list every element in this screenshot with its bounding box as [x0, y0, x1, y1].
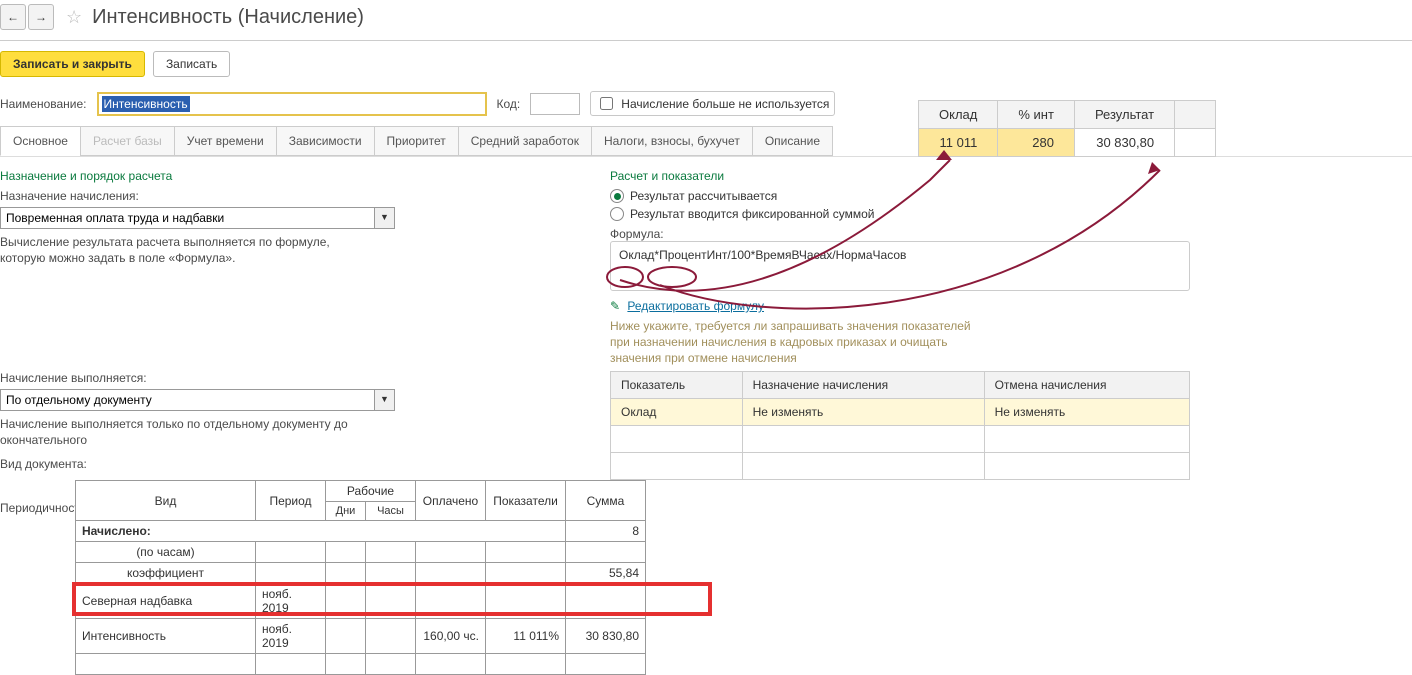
rt-v1: 11 011 [919, 129, 998, 157]
favorite-icon[interactable]: ☆ [66, 7, 82, 28]
right-section-title: Расчет и показатели [610, 169, 1412, 183]
pencil-icon: ✎ [610, 299, 620, 313]
rt-h1: Оклад [919, 101, 998, 129]
ind-col-3: Отмена начисления [984, 372, 1189, 399]
calc-row-4: Интенсивность нояб. 2019 160,00 чс. 11 0… [76, 619, 646, 654]
note-2: при назначении начисления в кадровых при… [610, 335, 1412, 349]
radio-calc-dot[interactable] [610, 189, 624, 203]
rt-h3: Результат [1074, 101, 1174, 129]
radio-calc[interactable]: Результат рассчитывается [610, 189, 1412, 203]
exec-dropdown-btn[interactable]: ▼ [375, 389, 395, 411]
tab-avg[interactable]: Средний заработок [458, 126, 592, 156]
radio-fixed-dot[interactable] [610, 207, 624, 221]
rt-h2: % инт [998, 101, 1075, 129]
exec-hint-2: окончательного [0, 433, 580, 447]
tab-desc[interactable]: Описание [752, 126, 833, 156]
code-input[interactable] [530, 93, 580, 115]
ind-col-1: Показатель [611, 372, 743, 399]
save-button[interactable]: Записать [153, 51, 230, 77]
formula-box: Оклад*ПроцентИнт/100*ВремяВЧасах/НормаЧа… [610, 241, 1190, 291]
calc-row-3: Северная надбавка нояб. 2019 [76, 584, 646, 619]
name-label: Наименование: [0, 97, 87, 111]
left-section-title: Назначение и порядок расчета [0, 169, 580, 183]
indicators-table: Показатель Назначение начисления Отмена … [610, 371, 1190, 480]
calc-row-header: Начислено: 8 [76, 521, 646, 542]
doc-type-label: Вид документа: [0, 457, 580, 471]
exec-label: Начисление выполняется: [0, 371, 580, 385]
tab-main[interactable]: Основное [0, 126, 81, 156]
exec-input[interactable] [0, 389, 375, 411]
code-label: Код: [497, 97, 521, 111]
note-1: Ниже укажите, требуется ли запрашивать з… [610, 319, 1412, 333]
result-table: Оклад % инт Результат 11 011 280 30 830,… [918, 100, 1216, 157]
purpose-input[interactable] [0, 207, 375, 229]
tab-dep[interactable]: Зависимости [276, 126, 375, 156]
tab-time[interactable]: Учет времени [174, 126, 277, 156]
purpose-label: Назначение начисления: [0, 189, 580, 203]
exec-hint-1: Начисление выполняется только по отдельн… [0, 417, 580, 431]
calc-table: Вид Период Рабочие Оплачено Показатели С… [75, 480, 646, 675]
purpose-dropdown-btn[interactable]: ▼ [375, 207, 395, 229]
page-title: Интенсивность (Начисление) [92, 6, 364, 29]
not-used-cb[interactable] [600, 97, 613, 110]
ind-row-1: Оклад Не изменять Не изменять [611, 399, 1190, 426]
forward-button[interactable]: → [28, 4, 54, 30]
save-close-button[interactable]: Записать и закрыть [0, 51, 145, 77]
formula-label: Формула: [610, 227, 1412, 241]
tab-prio[interactable]: Приоритет [374, 126, 459, 156]
name-input[interactable]: Интенсивность [97, 92, 487, 116]
ind-col-2: Назначение начисления [742, 372, 984, 399]
edit-formula-link[interactable]: Редактировать формулу [627, 299, 764, 313]
note-3: значения при отмене начисления [610, 351, 1412, 365]
tab-base[interactable]: Расчет базы [80, 126, 175, 156]
rt-v2: 280 [998, 129, 1075, 157]
back-button[interactable]: ← [0, 4, 26, 30]
formula-hint-2: которую можно задать в поле «Формула». [0, 251, 580, 265]
not-used-checkbox[interactable]: Начисление больше не используется [590, 91, 835, 116]
radio-fixed[interactable]: Результат вводится фиксированной суммой [610, 207, 1412, 221]
calc-row-1: (по часам) [76, 542, 646, 563]
formula-hint-1: Вычисление результата расчета выполняетс… [0, 235, 580, 249]
calc-row-2: коэффициент 55,84 [76, 563, 646, 584]
rt-v3: 30 830,80 [1074, 129, 1174, 157]
tab-tax[interactable]: Налоги, взносы, бухучет [591, 126, 753, 156]
